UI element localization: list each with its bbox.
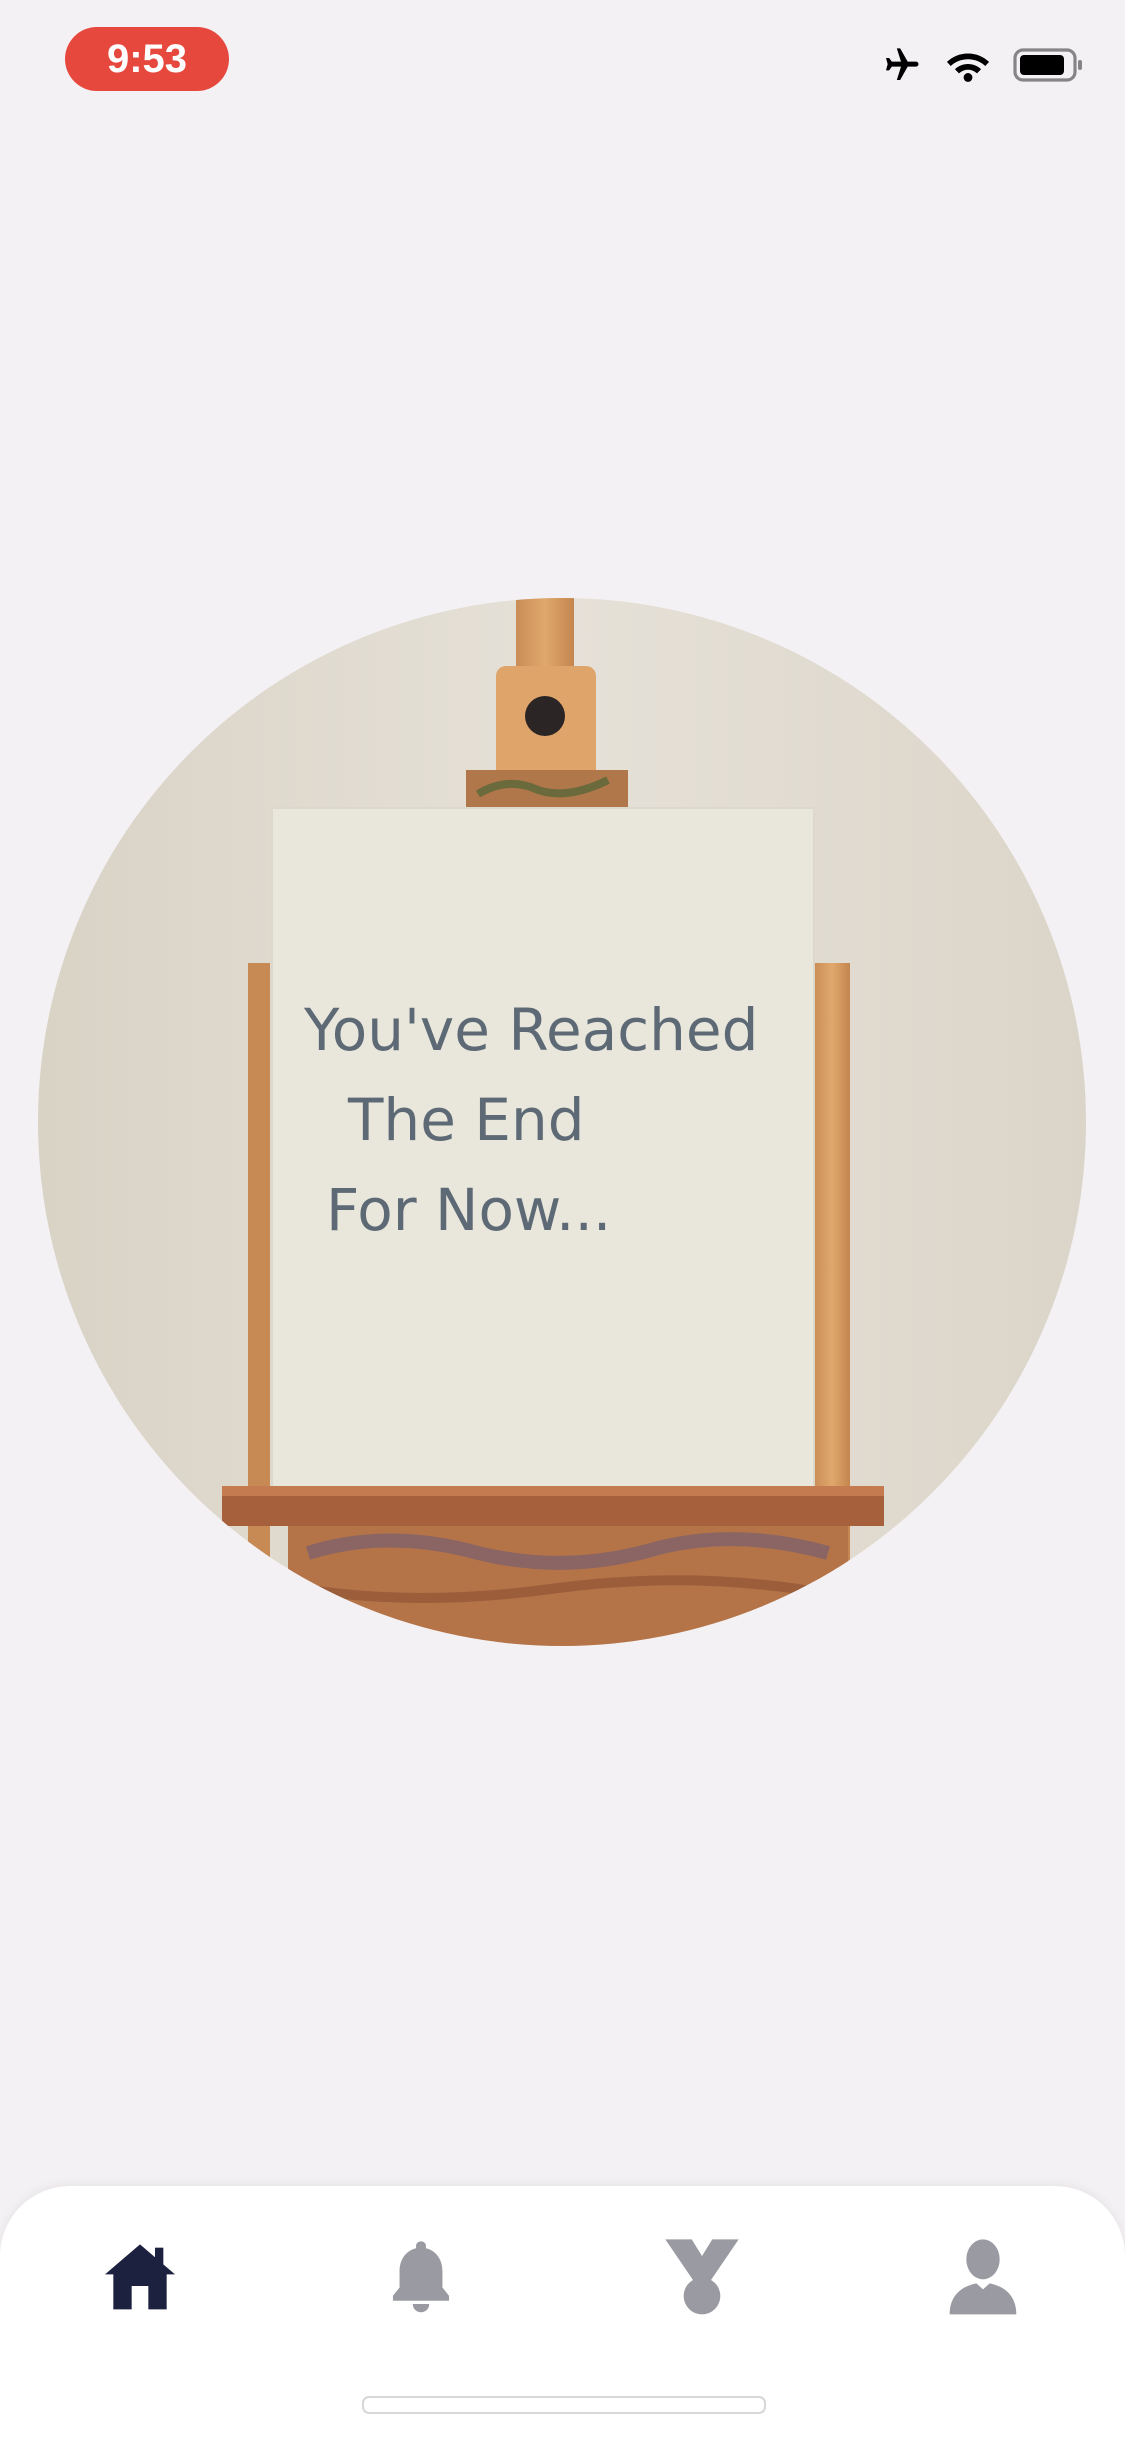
painting-easel-image: You've Reached The End For Now... bbox=[38, 598, 1086, 1646]
status-time[interactable]: 9:53 bbox=[65, 27, 229, 91]
status-icons bbox=[879, 45, 1085, 85]
bell-icon bbox=[392, 2241, 450, 2313]
home-indicator[interactable] bbox=[362, 2396, 766, 2414]
wifi-icon bbox=[946, 53, 990, 82]
tab-home[interactable] bbox=[80, 2216, 200, 2336]
tab-profile[interactable] bbox=[923, 2216, 1043, 2336]
canvas-text-line-3: For Now... bbox=[326, 1176, 611, 1244]
tab-achievements[interactable] bbox=[642, 2216, 762, 2336]
canvas-text-line-2: The End bbox=[347, 1086, 585, 1154]
airplane-icon bbox=[886, 48, 919, 80]
home-icon bbox=[105, 2244, 175, 2310]
hero-easel-image: You've Reached The End For Now... bbox=[38, 598, 1086, 1646]
canvas-text-line-1: You've Reached bbox=[303, 996, 758, 1064]
status-bar: 9:53 bbox=[0, 0, 1125, 130]
medal-icon bbox=[665, 2238, 739, 2315]
user-icon bbox=[949, 2239, 1017, 2315]
tab-notifications[interactable] bbox=[361, 2216, 481, 2336]
battery-icon bbox=[1013, 48, 1082, 82]
